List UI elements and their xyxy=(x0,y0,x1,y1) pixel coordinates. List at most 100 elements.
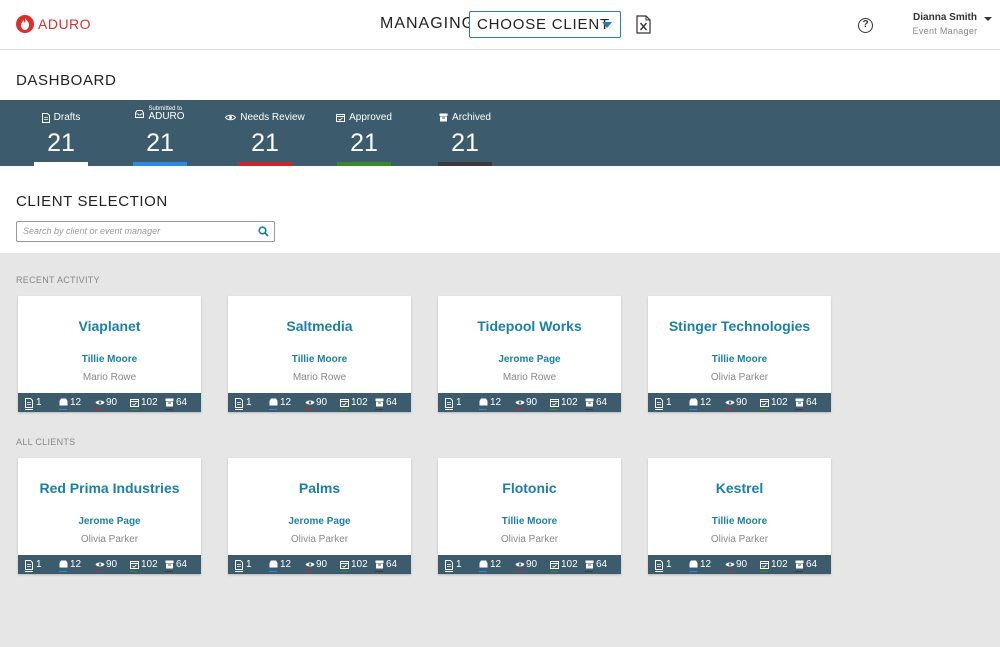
document-icon xyxy=(445,560,453,572)
card-stat-review: 90 xyxy=(305,397,328,410)
client-name: Tidepool Works xyxy=(477,318,582,334)
calendar-check-icon xyxy=(340,398,349,410)
client-card-palms[interactable]: Palms Jerome Page Olivia Parker 1 12 90 102… xyxy=(228,458,411,574)
card-stat-count: 1 xyxy=(246,397,252,408)
eye-icon xyxy=(305,398,315,410)
card-stat-submitted: 12 xyxy=(269,397,292,410)
client-contact: Olivia Parker xyxy=(290,534,349,545)
client-contact: Olivia Parker xyxy=(710,372,769,383)
recent-activity-label: RECENT ACTIVITY xyxy=(16,275,100,285)
card-stat-submitted: 12 xyxy=(269,559,291,572)
card-stat-drafts: 1 xyxy=(655,559,672,572)
calendar-check-icon xyxy=(336,114,346,122)
client-card-stinger-technologies[interactable]: Stinger Technologies Tillie Moore Olivia… xyxy=(648,296,831,412)
aduro-logo[interactable]: ADURO xyxy=(16,15,91,33)
eye-icon xyxy=(725,398,735,410)
event-manager-link[interactable]: Tillie Moore xyxy=(438,516,621,527)
dashboard-stats: Drafts 21 Submitted to ADURO 21 Needs Re… xyxy=(0,100,1000,166)
client-card-red-prima-industries[interactable]: Red Prima Industries Jerome Page Olivia … xyxy=(18,458,201,574)
client-card-flotonic[interactable]: Flotonic Tillie Moore Olivia Parker 1 12 9… xyxy=(438,458,621,574)
document-icon xyxy=(25,560,33,572)
stat-drafts[interactable]: Drafts 21 xyxy=(34,100,88,166)
excel-export-icon[interactable] xyxy=(636,15,651,34)
card-stat-count: 102 xyxy=(561,397,578,408)
event-manager-link[interactable]: Tillie Moore xyxy=(648,516,831,527)
card-stat-count: 90 xyxy=(316,559,328,570)
card-stat-approved: 102 xyxy=(550,397,578,410)
card-stats-footer: 1 12 90 102 64 xyxy=(228,393,411,412)
card-stat-archived: 64 xyxy=(585,559,608,572)
inbox-icon xyxy=(59,398,68,410)
card-stat-submitted: 12 xyxy=(59,559,81,572)
calendar-check-icon xyxy=(550,398,559,410)
card-stat-count: 1 xyxy=(666,559,672,570)
card-stat-submitted: 12 xyxy=(689,559,712,572)
client-search-input[interactable]: Search by client or event manager xyxy=(16,221,275,242)
card-stat-count: 1 xyxy=(456,397,462,408)
card-stat-count: 12 xyxy=(280,397,292,408)
client-card-saltmedia[interactable]: Saltmedia Tillie Moore Mario Rowe 1 12 90 1… xyxy=(228,296,411,412)
card-stat-archived: 64 xyxy=(375,397,397,410)
card-stat-count: 90 xyxy=(526,559,538,570)
calendar-check-icon xyxy=(340,560,349,572)
card-stat-count: 64 xyxy=(596,559,608,570)
stat-submitted[interactable]: Submitted to ADURO 21 xyxy=(133,100,187,166)
top-bar: ADURO MANAGING CHOOSE CLIENT ? Dianna Sm… xyxy=(0,0,1000,50)
card-stat-submitted: 12 xyxy=(479,559,501,572)
inbox-icon xyxy=(689,560,698,572)
card-stat-count: 64 xyxy=(176,397,188,408)
event-manager-link[interactable]: Tillie Moore xyxy=(18,354,201,365)
card-stat-archived: 64 xyxy=(795,397,818,410)
stat-label: Archived xyxy=(452,112,491,123)
event-manager-link[interactable]: Jerome Page xyxy=(18,516,201,527)
archive-icon xyxy=(375,560,384,572)
search-icon[interactable] xyxy=(258,226,269,237)
card-stat-count: 12 xyxy=(700,559,712,570)
card-stat-count: 64 xyxy=(596,397,608,408)
stat-count: 21 xyxy=(350,129,378,157)
archive-icon xyxy=(795,398,804,410)
inbox-icon xyxy=(269,560,278,572)
help-icon[interactable]: ? xyxy=(858,18,873,33)
card-stat-archived: 64 xyxy=(165,397,188,410)
card-stats-footer: 1 12 90 102 64 xyxy=(648,555,831,574)
card-stat-count: 12 xyxy=(70,397,82,408)
stat-archived[interactable]: Archived 21 xyxy=(438,100,492,166)
client-name: Red Prima Industries xyxy=(39,480,180,496)
client-card-kestrel[interactable]: Kestrel Tillie Moore Olivia Parker 1 12 90… xyxy=(648,458,831,574)
card-stat-count: 1 xyxy=(666,397,672,408)
card-stat-count: 102 xyxy=(561,559,578,570)
managing-label: MANAGING xyxy=(380,15,476,32)
stat-approved[interactable]: Approved 21 xyxy=(336,100,392,166)
search-placeholder: Search by client or event manager xyxy=(23,226,161,236)
choose-client-dropdown[interactable]: CHOOSE CLIENT xyxy=(469,11,621,38)
stat-needs-review[interactable]: Needs Review 21 xyxy=(225,100,305,166)
card-stat-review: 90 xyxy=(725,559,747,572)
client-name: Palms xyxy=(298,480,341,496)
event-manager-link[interactable]: Tillie Moore xyxy=(228,354,411,365)
event-manager-link[interactable]: Jerome Page xyxy=(438,354,621,365)
client-card-tidepool-works[interactable]: Tidepool Works Jerome Page Mario Rowe 11… xyxy=(438,296,621,412)
card-stat-count: 102 xyxy=(141,559,158,570)
card-stat-count: 1 xyxy=(36,397,42,408)
event-manager-link[interactable]: Tillie Moore xyxy=(648,354,831,365)
stat-count: 21 xyxy=(146,129,174,157)
card-stat-count: 64 xyxy=(806,559,818,570)
user-menu-caret-icon[interactable] xyxy=(984,17,992,21)
event-manager-link[interactable]: Jerome Page xyxy=(228,516,411,527)
card-stat-submitted: 12 xyxy=(59,397,82,410)
card-stats-footer: 1 12 90 102 64 xyxy=(18,555,201,574)
user-role: Event Manager xyxy=(912,26,978,36)
stat-count: 21 xyxy=(451,129,479,157)
card-stat-drafts: 1 xyxy=(235,559,252,572)
card-stat-count: 102 xyxy=(771,397,788,408)
calendar-check-icon xyxy=(130,560,139,572)
user-menu[interactable]: Dianna Smith Event Manager xyxy=(905,12,985,36)
calendar-check-icon xyxy=(760,560,769,572)
client-card-viaplanet[interactable]: Viaplanet Tillie Moore Mario Rowe 1 12 90 1… xyxy=(18,296,201,412)
card-stats-footer: 1 12 90 102 64 xyxy=(438,555,621,574)
card-stat-count: 64 xyxy=(386,559,398,570)
card-stat-approved: 102 xyxy=(130,559,158,572)
card-stat-count: 64 xyxy=(806,397,818,408)
card-stat-count: 90 xyxy=(316,397,328,408)
